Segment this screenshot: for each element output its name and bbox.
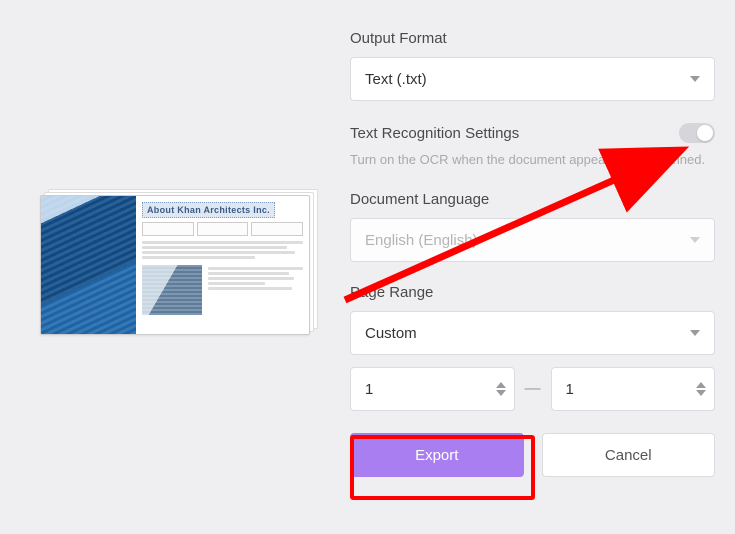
language-value: English (English) [365, 232, 478, 249]
thumbnail-title: About Khan Architects Inc. [142, 202, 275, 218]
chevron-down-icon [690, 330, 700, 336]
page-to-value: 1 [566, 381, 574, 398]
language-label: Document Language [350, 191, 715, 208]
page-from-value: 1 [365, 381, 373, 398]
output-format-label: Output Format [350, 30, 715, 47]
chevron-down-icon [690, 237, 700, 243]
range-separator: — [525, 380, 541, 398]
step-down-icon[interactable] [696, 390, 706, 396]
ocr-label: Text Recognition Settings [350, 125, 519, 142]
ocr-toggle[interactable] [679, 123, 715, 143]
step-up-icon[interactable] [696, 382, 706, 388]
cancel-button-label: Cancel [605, 447, 652, 464]
export-button[interactable]: Export [350, 433, 524, 477]
document-thumbnail: About Khan Architects Inc. [40, 195, 315, 345]
toggle-knob-icon [697, 125, 713, 141]
output-format-select[interactable]: Text (.txt) [350, 57, 715, 101]
ocr-hint: Turn on the OCR when the document appear… [350, 151, 715, 169]
page-to-input[interactable]: 1 [551, 367, 716, 411]
output-format-value: Text (.txt) [365, 71, 427, 88]
chevron-down-icon [690, 76, 700, 82]
export-button-label: Export [415, 447, 458, 464]
page-range-select[interactable]: Custom [350, 311, 715, 355]
step-up-icon[interactable] [496, 382, 506, 388]
page-range-mode: Custom [365, 325, 417, 342]
cancel-button[interactable]: Cancel [542, 433, 716, 477]
language-select: English (English) [350, 218, 715, 262]
step-down-icon[interactable] [496, 390, 506, 396]
page-from-input[interactable]: 1 [350, 367, 515, 411]
page-range-label: Page Range [350, 284, 715, 301]
